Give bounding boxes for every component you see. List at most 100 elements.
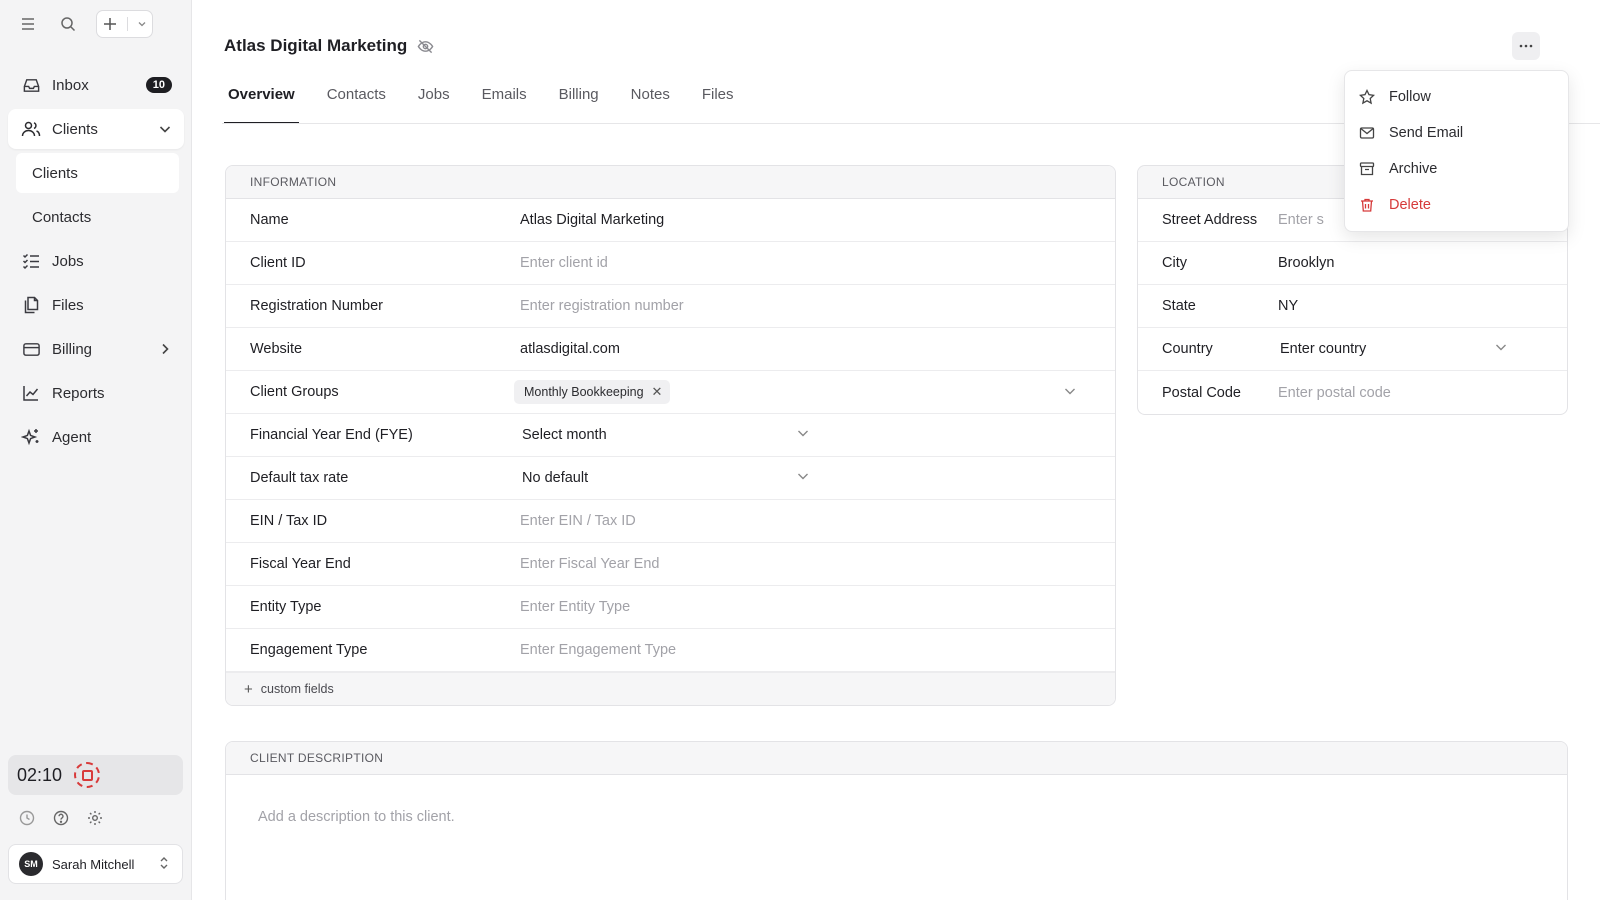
chevron-up-down-icon bbox=[158, 856, 170, 873]
client-group-chip: Monthly Bookkeeping ✕ bbox=[514, 380, 671, 404]
menu-item-follow[interactable]: Follow bbox=[1351, 79, 1562, 115]
menu-item-archive[interactable]: Archive bbox=[1351, 151, 1562, 187]
menu-toggle-button[interactable] bbox=[14, 10, 42, 38]
information-card: INFORMATION Name Atlas Digital Marketing… bbox=[225, 165, 1116, 706]
engagement-type-field[interactable]: Enter Engagement Type bbox=[520, 642, 676, 658]
utility-bar bbox=[17, 808, 105, 828]
client-id-field[interactable]: Enter client id bbox=[520, 255, 608, 271]
close-icon[interactable]: ✕ bbox=[652, 384, 663, 400]
menu-item-label: Archive bbox=[1389, 161, 1438, 177]
chevron-down-icon[interactable] bbox=[1063, 384, 1077, 401]
description-textarea[interactable]: Add a description to this client. bbox=[226, 775, 1567, 859]
registration-number-field[interactable]: Enter registration number bbox=[520, 298, 684, 314]
tab-billing[interactable]: Billing bbox=[555, 84, 603, 123]
menu-item-label: Follow bbox=[1389, 89, 1431, 105]
inbox-count-container: 10 bbox=[145, 77, 172, 93]
entity-type-field[interactable]: Enter Entity Type bbox=[520, 599, 630, 615]
field-label: Country bbox=[1162, 341, 1213, 357]
field-row-client-groups: Client Groups Monthly Bookkeeping ✕ bbox=[226, 371, 1115, 414]
new-item-button[interactable] bbox=[96, 10, 153, 38]
user-switcher[interactable]: SM Sarah Mitchell bbox=[8, 844, 183, 884]
sidebar-subitem-contacts[interactable]: Contacts bbox=[16, 197, 179, 237]
chart-icon bbox=[20, 382, 42, 404]
sidebar-nav: Inbox 10 Clients Clients Contacts Jobs F… bbox=[8, 65, 184, 461]
users-icon bbox=[20, 118, 42, 140]
sidebar-item-reports[interactable]: Reports bbox=[8, 373, 184, 413]
tab-overview[interactable]: Overview bbox=[224, 84, 299, 124]
chevron-down-icon bbox=[796, 469, 810, 487]
menu-item-send-email[interactable]: Send Email bbox=[1351, 115, 1562, 151]
field-row-state: State NY bbox=[1138, 285, 1567, 328]
field-label: Engagement Type bbox=[250, 642, 368, 658]
star-icon bbox=[1357, 87, 1377, 107]
field-label: EIN / Tax ID bbox=[250, 513, 328, 529]
user-name: Sarah Mitchell bbox=[52, 856, 135, 872]
tab-notes[interactable]: Notes bbox=[627, 84, 674, 123]
field-label: Financial Year End (FYE) bbox=[250, 427, 413, 443]
select-value: No default bbox=[522, 470, 589, 486]
tab-files[interactable]: Files bbox=[698, 84, 738, 123]
menu-item-delete[interactable]: Delete bbox=[1351, 187, 1562, 223]
tab-contacts[interactable]: Contacts bbox=[323, 84, 390, 123]
country-select[interactable]: Enter country bbox=[1278, 340, 1508, 358]
description-heading: CLIENT DESCRIPTION bbox=[226, 742, 1567, 775]
hamburger-icon bbox=[22, 18, 34, 30]
gear-icon[interactable] bbox=[85, 808, 105, 828]
sidebar-item-clients[interactable]: Clients bbox=[8, 109, 184, 149]
sidebar-item-label: Inbox bbox=[52, 76, 89, 94]
search-button[interactable] bbox=[54, 10, 82, 38]
sidebar-item-agent[interactable]: Agent bbox=[8, 417, 184, 457]
street-address-field[interactable]: Enter s bbox=[1278, 212, 1324, 228]
timer-value: 02:10 bbox=[17, 764, 63, 785]
search-icon bbox=[61, 17, 76, 32]
add-custom-fields-button[interactable]: + custom fields bbox=[226, 672, 1115, 705]
sidebar-item-label: Clients bbox=[32, 164, 78, 182]
ein-field[interactable]: Enter EIN / Tax ID bbox=[520, 513, 636, 529]
field-row-ein: EIN / Tax ID Enter EIN / Tax ID bbox=[226, 500, 1115, 543]
sidebar-item-files[interactable]: Files bbox=[8, 285, 184, 325]
field-row-postal-code: Postal Code Enter postal code bbox=[1138, 371, 1567, 414]
trash-icon bbox=[1357, 195, 1377, 215]
field-row-city: City Brooklyn bbox=[1138, 242, 1567, 285]
ellipsis-icon bbox=[1519, 44, 1533, 48]
time-tracker[interactable]: 02:10 bbox=[8, 755, 183, 795]
eye-off-icon[interactable] bbox=[417, 38, 434, 55]
website-field[interactable]: atlasdigital.com bbox=[520, 341, 620, 357]
sidebar-subitem-clients[interactable]: Clients bbox=[16, 153, 179, 193]
sidebar-item-billing[interactable]: Billing bbox=[8, 329, 184, 369]
tab-bar: Overview Contacts Jobs Emails Billing No… bbox=[224, 84, 762, 124]
sidebar-item-inbox[interactable]: Inbox 10 bbox=[8, 65, 184, 105]
postal-code-field[interactable]: Enter postal code bbox=[1278, 385, 1391, 401]
field-label: Website bbox=[250, 341, 303, 357]
history-icon[interactable] bbox=[17, 808, 37, 828]
chevron-down-icon[interactable] bbox=[158, 122, 172, 136]
fiscal-year-end-field[interactable]: Enter Fiscal Year End bbox=[520, 556, 659, 572]
checklist-icon bbox=[20, 250, 42, 272]
sidebar-item-jobs[interactable]: Jobs bbox=[8, 241, 184, 281]
help-icon[interactable] bbox=[51, 808, 71, 828]
tab-jobs[interactable]: Jobs bbox=[414, 84, 454, 123]
field-row-client-id: Client ID Enter client id bbox=[226, 242, 1115, 285]
page-title: Atlas Digital Marketing bbox=[224, 36, 408, 55]
tax-rate-select[interactable]: No default bbox=[520, 469, 816, 487]
city-field[interactable]: Brooklyn bbox=[1278, 255, 1334, 271]
stop-timer-icon[interactable] bbox=[74, 762, 101, 788]
state-field[interactable]: NY bbox=[1278, 298, 1298, 314]
avatar: SM bbox=[19, 852, 43, 876]
field-label: Registration Number bbox=[250, 298, 383, 314]
tab-emails[interactable]: Emails bbox=[478, 84, 531, 123]
divider bbox=[126, 17, 128, 31]
field-label: City bbox=[1162, 255, 1187, 271]
select-value: Select month bbox=[522, 427, 607, 443]
plus-icon: + bbox=[244, 680, 253, 698]
fye-select[interactable]: Select month bbox=[520, 426, 816, 444]
menu-item-label: Delete bbox=[1389, 197, 1431, 213]
field-label: Entity Type bbox=[250, 599, 322, 615]
more-options-button[interactable] bbox=[1512, 32, 1540, 60]
chevron-right-icon[interactable] bbox=[158, 342, 172, 356]
chevron-down-icon bbox=[1494, 340, 1508, 358]
files-icon bbox=[20, 294, 42, 316]
name-field[interactable]: Atlas Digital Marketing bbox=[520, 212, 664, 228]
credit-card-icon bbox=[20, 338, 42, 360]
field-row-engagement-type: Engagement Type Enter Engagement Type bbox=[226, 629, 1115, 672]
